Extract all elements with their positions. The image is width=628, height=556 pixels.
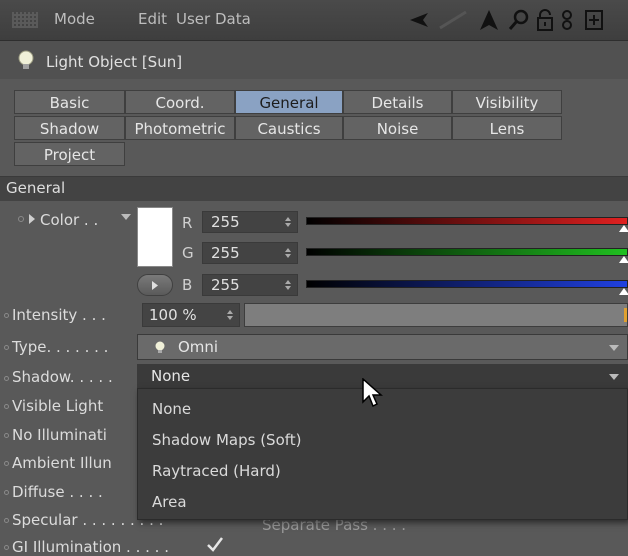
intensity-slider-fill xyxy=(245,304,627,326)
keyframe-dot-icon[interactable] xyxy=(4,545,9,550)
type-label: Type. . . . . . . xyxy=(12,338,109,356)
blue-value-field[interactable]: 255 xyxy=(202,274,298,296)
menu-mode[interactable]: Mode xyxy=(54,10,95,28)
spinner-icon[interactable] xyxy=(227,310,233,320)
checkmark-icon[interactable] xyxy=(206,536,224,552)
red-slider[interactable] xyxy=(306,217,628,225)
color-label: Color . . xyxy=(40,211,99,229)
blue-slider[interactable] xyxy=(306,280,628,288)
keyframe-dot-icon[interactable] xyxy=(4,345,9,350)
spinner-icon[interactable] xyxy=(285,217,291,227)
keyframe-dot-icon[interactable] xyxy=(4,376,9,381)
tab-general[interactable]: General xyxy=(235,90,343,114)
gi-illumination-label: GI Illumination . . . . . xyxy=(12,538,169,556)
shadow-value: None xyxy=(151,367,191,385)
type-dropdown[interactable]: Omni xyxy=(137,334,628,360)
section-title: General xyxy=(6,179,66,197)
grip-icon[interactable] xyxy=(12,12,38,28)
add-panel-icon[interactable] xyxy=(584,8,604,32)
tab-visibility[interactable]: Visibility xyxy=(452,90,562,114)
shadow-option-area[interactable]: Area xyxy=(152,493,187,511)
red-slider-handle[interactable] xyxy=(619,225,628,232)
diffuse-label: Diffuse . . . . xyxy=(12,483,103,501)
channel-g-label: G xyxy=(182,244,194,262)
object-title: Light Object [Sun] xyxy=(46,53,183,71)
green-slider[interactable] xyxy=(306,248,628,256)
green-value: 255 xyxy=(211,244,240,262)
play-arrow-icon xyxy=(152,281,158,290)
channel-r-label: R xyxy=(182,214,193,232)
tab-coord[interactable]: Coord. xyxy=(125,90,235,114)
tab-details[interactable]: Details xyxy=(343,90,452,114)
color-swatch[interactable] xyxy=(137,207,173,267)
tab-shadow[interactable]: Shadow xyxy=(14,116,125,140)
keyframe-dot-icon[interactable] xyxy=(4,461,9,466)
up-arrow-icon[interactable] xyxy=(478,8,500,32)
menu-bar: Mode Edit User Data xyxy=(0,0,628,41)
red-value: 255 xyxy=(211,213,240,231)
intensity-slider[interactable] xyxy=(244,303,628,327)
lock-icon[interactable] xyxy=(534,8,556,32)
spinner-icon[interactable] xyxy=(285,280,291,290)
keyframe-dot-icon[interactable] xyxy=(4,404,9,409)
intensity-slider-handle[interactable] xyxy=(624,308,627,322)
intensity-field[interactable]: 100 % xyxy=(142,303,240,327)
spinner-icon[interactable] xyxy=(285,248,291,258)
green-value-field[interactable]: 255 xyxy=(202,242,298,264)
green-slider-handle[interactable] xyxy=(619,256,628,263)
omni-light-icon xyxy=(155,341,165,353)
keyframe-dot-icon[interactable] xyxy=(4,490,9,495)
intensity-value: 100 % xyxy=(149,306,197,324)
ambient-illumination-label: Ambient Illun xyxy=(12,454,112,472)
channel-b-label: B xyxy=(182,276,193,294)
expand-arrow-icon[interactable] xyxy=(28,213,36,225)
chevron-down-icon xyxy=(609,345,619,351)
light-bulb-icon xyxy=(18,50,34,69)
tab-basic[interactable]: Basic xyxy=(14,90,125,114)
keyframe-dot-icon[interactable] xyxy=(4,313,9,318)
keyframe-dot-icon[interactable] xyxy=(4,433,9,438)
tab-project[interactable]: Project xyxy=(14,142,125,166)
tab-photometric[interactable]: Photometric xyxy=(125,116,235,140)
menu-edit[interactable]: Edit xyxy=(138,10,167,28)
tab-noise[interactable]: Noise xyxy=(343,116,452,140)
intensity-label: Intensity . . . xyxy=(12,306,106,324)
tab-lens[interactable]: Lens xyxy=(452,116,562,140)
no-illumination-label: No Illuminati xyxy=(12,426,107,444)
link-icon[interactable] xyxy=(558,8,576,32)
keyframe-dot-icon[interactable] xyxy=(18,216,24,222)
color-mode-button[interactable] xyxy=(137,274,173,296)
visible-light-label: Visible Light xyxy=(12,397,104,415)
mouse-cursor-icon xyxy=(362,378,383,408)
search-icon[interactable] xyxy=(508,8,530,32)
red-value-field[interactable]: 255 xyxy=(202,211,298,233)
tab-caustics[interactable]: Caustics xyxy=(235,116,343,140)
type-value: Omni xyxy=(178,338,219,356)
blue-slider-handle[interactable] xyxy=(619,288,628,295)
section-header-general: General xyxy=(0,176,628,201)
chevron-down-icon xyxy=(609,374,619,380)
forward-arrow-icon[interactable] xyxy=(438,8,470,32)
shadow-option-none[interactable]: None xyxy=(152,400,191,418)
shadow-option-raytraced[interactable]: Raytraced (Hard) xyxy=(152,462,281,480)
back-arrow-icon[interactable] xyxy=(408,8,430,32)
shadow-label: Shadow. . . . . xyxy=(12,368,113,386)
blue-value: 255 xyxy=(211,276,240,294)
menu-user-data[interactable]: User Data xyxy=(176,10,251,28)
color-menu-icon[interactable] xyxy=(121,214,131,220)
keyframe-dot-icon[interactable] xyxy=(4,518,9,523)
shadow-option-shadow-maps[interactable]: Shadow Maps (Soft) xyxy=(152,431,302,449)
